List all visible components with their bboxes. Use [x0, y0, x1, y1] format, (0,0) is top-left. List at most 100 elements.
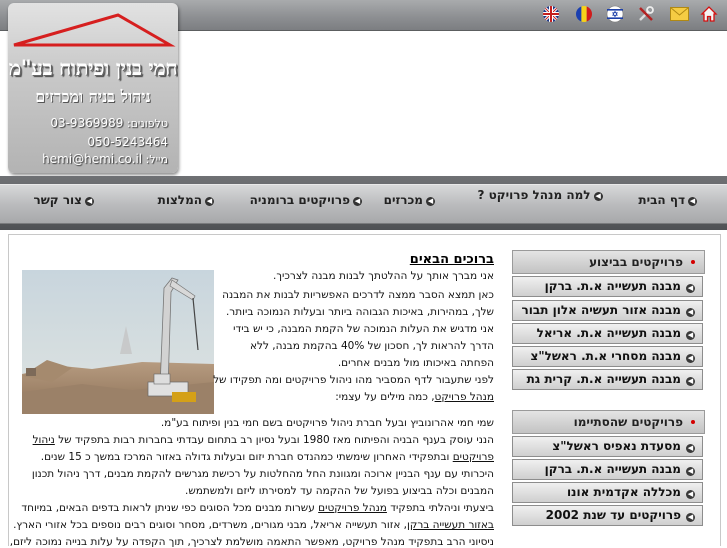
- about-line-7-text: , אזור תעשייה אריאל, מבני מגורים, משרדים…: [13, 519, 408, 531]
- arrow-bullet-icon: ◀: [686, 284, 695, 293]
- sidebar-item-label: מסעדת נאפיס ראשל"צ: [552, 439, 681, 453]
- sidebar-item-label: מבנה תעשייה א.ת. ברקן: [544, 462, 681, 476]
- arrow-bullet-icon: ◀: [85, 197, 94, 206]
- sidebar-item-barkan-completed[interactable]: ◀ מבנה תעשייה א.ת. ברקן: [512, 459, 703, 480]
- intro-line-8: מנהל פרויקט, כמה מילים על עצמי:: [335, 391, 494, 403]
- sidebar-item-label: פרויקטים עד שנת 2002: [545, 508, 681, 522]
- arrow-bullet-icon: ◀: [686, 354, 695, 363]
- about-line-4: היכרותי עם ענף הבניין ארוכה ומגוונת החל …: [31, 468, 494, 480]
- intro-line-6: הפחתה באיכותו מול מבנים אחרים.: [337, 357, 494, 369]
- email-line: מייל: hemi@hemi.co.il: [42, 152, 168, 166]
- about-line-8: ניסיוני הרב בתפקיד מנהל פרויקט, מאפשר הת…: [9, 536, 494, 548]
- about-line-6: ביצעתי וניהלתי בתפקיד מנהל פרויקטים עשרו…: [21, 502, 494, 514]
- header-banner: [180, 38, 727, 170]
- company-name: חמי בנין ופיתוח בע"מ: [8, 55, 178, 80]
- nav-romania-projects-label: פרויקטים ברומניה: [249, 193, 350, 207]
- company-tagline: ניהול בניה ומכרזים: [35, 87, 151, 106]
- nav-tenders[interactable]: ◀מכרזים: [384, 193, 435, 207]
- mail-icon[interactable]: [669, 4, 689, 24]
- phone-1: 03-9369989: [50, 116, 124, 130]
- about-line-6-text-b: עשרות מבנים מכל הסוגים כפי שניתן לראות ב…: [21, 502, 315, 514]
- arrow-bullet-icon: ◀: [686, 308, 695, 317]
- about-line-2-text: הנני עוסק בענף הבניה והפיתוח מאז 1980 וב…: [58, 434, 494, 446]
- nav-contact[interactable]: ◀צור קשר: [33, 193, 94, 207]
- about-line-5: המבנים וכלה בביצוע בפועל של ההקמה עד למס…: [185, 485, 494, 497]
- sidebar-item-label: מבנה תעשייה א.ת. אריאל: [536, 326, 681, 340]
- projects-link[interactable]: פרויקטים: [453, 451, 494, 463]
- arrow-bullet-icon: ◀: [686, 331, 695, 340]
- main-navigation-bar: ◀דף הבית ◀למה מנהל פרויקט ? ◀מכרזים ◀פרו…: [0, 176, 727, 230]
- sidebar-item-ono-college[interactable]: ◀ מכללה אקדמית אונו: [512, 482, 703, 503]
- romania-flag-icon[interactable]: [574, 4, 594, 24]
- roof-logo-icon: [13, 13, 176, 47]
- completed-title: פרויקטים שהסתיימו: [573, 415, 683, 429]
- sidebar-item-kiryat-gat[interactable]: ◀ מבנה תעשייה א.ת. קרית גת: [512, 369, 703, 390]
- home-icon[interactable]: [699, 4, 719, 24]
- about-line-1: שמי חמי אהרונוביץ ובעל חברת ניהול פרויקט…: [160, 417, 494, 429]
- phone-line-1: טלפונים: 03-9369989: [50, 116, 168, 130]
- about-line-7: באזור תעשייה ברקן, אזור תעשייה אריאל, מב…: [13, 519, 494, 531]
- project-manager-link[interactable]: מנהל פרויקט: [435, 391, 494, 403]
- sidebar-item-label: מבנה תעשייה א.ת. ברקן: [544, 279, 681, 293]
- nav-tenders-label: מכרזים: [383, 193, 423, 207]
- sidebar-item-rishon[interactable]: ◀ מבנה מסחרי א.ת. ראשל"צ: [512, 346, 703, 367]
- about-line-2: הנני עוסק בענף הבניה והפיתוח מאז 1980 וב…: [33, 434, 494, 446]
- nav-home-label: דף הבית: [638, 193, 685, 207]
- red-dot-icon: [691, 260, 695, 264]
- red-dot-icon: [691, 420, 695, 424]
- in-progress-title: פרויקטים בביצוע: [589, 255, 683, 269]
- nav-romania-projects[interactable]: ◀פרויקטים ברומניה: [250, 193, 362, 207]
- israel-flag-icon[interactable]: [605, 4, 625, 24]
- about-line-6-text-a: ביצעתי וניהלתי בתפקיד: [390, 502, 494, 514]
- intro-line-7: לפני שתעבור לדף המסביר מהו ניהול פרויקטי…: [213, 374, 494, 386]
- tools-icon[interactable]: [636, 4, 656, 24]
- arrow-bullet-icon: ◀: [593, 192, 603, 201]
- arrow-bullet-icon: ◀: [686, 513, 695, 522]
- intro-line-3: שלך, במהירות, באיכות הגבוהה ביותר ובעלות…: [225, 306, 494, 318]
- sidebar-item-label: מבנה אזור תעשיה אלון תבור: [521, 303, 681, 317]
- sidebar-item-label: מבנה תעשייה א.ת. קרית גת: [526, 372, 681, 386]
- arrow-bullet-icon: ◀: [686, 377, 695, 386]
- sidebar-item-projects-2002[interactable]: ◀ פרויקטים עד שנת 2002: [512, 505, 703, 526]
- nav-why-project-manager[interactable]: ◀למה מנהל פרויקט ?: [475, 188, 605, 202]
- arrow-bullet-icon: ◀: [205, 197, 214, 206]
- arrow-bullet-icon: ◀: [686, 467, 695, 476]
- nav-recommendations-label: המלצות: [157, 193, 202, 207]
- nav-home[interactable]: ◀דף הבית: [638, 193, 697, 207]
- completed-header: פרויקטים שהסתיימו: [512, 410, 705, 434]
- intro-line-4: אני מדגיש את העלות הנמוכה של הקמת המבנה,…: [233, 323, 494, 335]
- project-managers-link[interactable]: מנהל פרויקטים: [318, 502, 387, 514]
- phone-label: טלפונים:: [126, 117, 168, 130]
- about-line-3-text: ובתפקידי האחרון שימשתי כמהנדס חברת יזום …: [40, 451, 450, 463]
- uk-flag-icon[interactable]: [541, 4, 561, 24]
- construction-photo: [22, 270, 214, 414]
- sidebar-item-ariel[interactable]: ◀ מבנה תעשייה א.ת. אריאל: [512, 323, 703, 344]
- intro-line-8-text: , כמה מילים על עצמי:: [335, 391, 435, 403]
- barkan-industrial-link[interactable]: באזור תעשייה ברקן: [407, 519, 494, 531]
- nav-contact-label: צור קשר: [33, 193, 82, 207]
- arrow-bullet-icon: ◀: [688, 197, 697, 206]
- sidebar-item-label: מבנה מסחרי א.ת. ראשל"צ: [530, 349, 681, 363]
- nav-why-project-manager-label: למה מנהל פרויקט ?: [477, 188, 591, 202]
- main-navigation: ◀דף הבית ◀למה מנהל פרויקט ? ◀מכרזים ◀פרו…: [0, 184, 727, 224]
- phone-line-2: 050-5243464: [87, 135, 168, 149]
- project-management-link[interactable]: ניהול: [33, 434, 55, 446]
- email-label: מייל:: [145, 153, 168, 166]
- in-progress-header: פרויקטים בביצוע: [512, 250, 705, 274]
- sidebar-item-nafis[interactable]: ◀ מסעדת נאפיס ראשל"צ: [512, 436, 703, 457]
- company-logo[interactable]: חמי בנין ופיתוח בע"מ ניהול בניה ומכרזים …: [8, 3, 178, 173]
- arrow-bullet-icon: ◀: [353, 197, 362, 206]
- page-title: ברוכים הבאים: [409, 252, 494, 267]
- about-line-3: פרויקטים ובתפקידי האחרון שימשתי כמהנדס ח…: [41, 451, 494, 463]
- phone-2: 050-5243464: [87, 135, 168, 149]
- nav-recommendations[interactable]: ◀המלצות: [158, 193, 214, 207]
- intro-line-1: אני מברך אותך על ההלטתך לבנות מבנה לצרכי…: [273, 270, 494, 282]
- intro-line-5: הדרך להראות לך, חסכון של 40% בהקמת מבנה,…: [249, 340, 494, 352]
- sidebar-item-alon-tavor[interactable]: ◀ מבנה אזור תעשיה אלון תבור: [512, 300, 703, 321]
- arrow-bullet-icon: ◀: [686, 490, 695, 499]
- sidebar-item-label: מכללה אקדמית אונו: [566, 485, 681, 499]
- intro-line-2: כאן תמצא הסבר ממצה לדרכים האפשריות לבנות…: [222, 289, 494, 301]
- arrow-bullet-icon: ◀: [686, 444, 695, 453]
- sidebar-item-barkan[interactable]: ◀ מבנה תעשייה א.ת. ברקן: [512, 276, 703, 297]
- email-address[interactable]: hemi@hemi.co.il: [42, 152, 142, 166]
